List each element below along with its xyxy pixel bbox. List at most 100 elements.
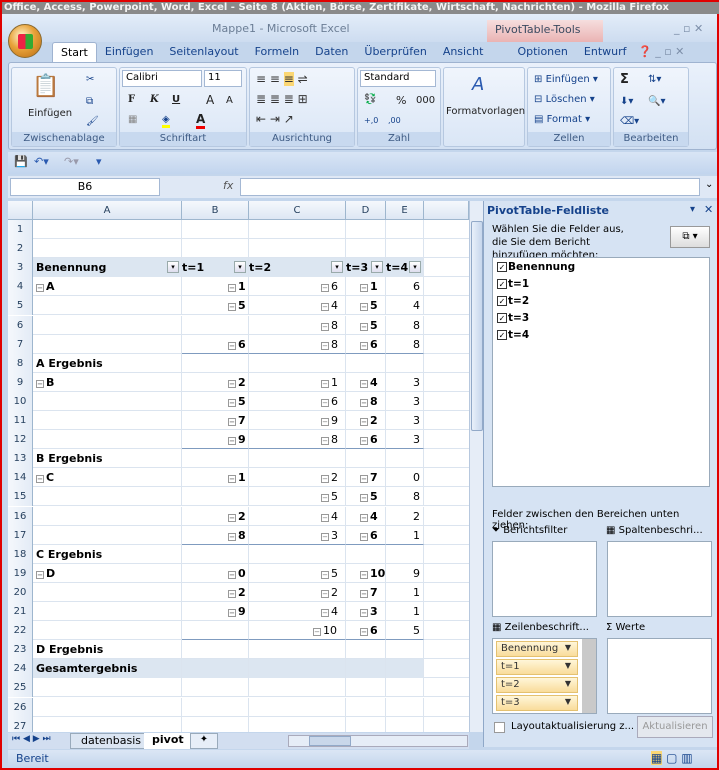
office-button[interactable]	[8, 24, 42, 58]
row-area-scrollbar[interactable]	[582, 639, 596, 713]
collapse-icon[interactable]: −	[321, 570, 329, 579]
cell-a[interactable]: C Ergebnis	[33, 544, 182, 564]
row-number[interactable]: 27	[8, 716, 33, 732]
filter-dropdown-icon[interactable]: ▾	[409, 261, 421, 274]
collapse-icon[interactable]: −	[321, 513, 329, 522]
row-number[interactable]: 25	[8, 678, 33, 698]
row-number[interactable]: 19	[8, 563, 33, 583]
cell-e[interactable]: 6	[386, 277, 424, 297]
cell-d[interactable]: −1	[346, 277, 386, 297]
cell-a[interactable]: D Ergebnis	[33, 640, 182, 660]
collapse-icon[interactable]: −	[228, 379, 236, 388]
cell-d[interactable]: −6	[346, 430, 386, 450]
cell-d[interactable]: −2	[346, 411, 386, 430]
cell-b[interactable]: −9	[182, 602, 249, 621]
tab-ansicht[interactable]: Ansicht	[435, 42, 492, 62]
cell-e[interactable]	[386, 544, 424, 564]
app-window-controls[interactable]: _ ▫ ✕	[674, 22, 703, 35]
row-field-pill[interactable]: t=2 ▼	[496, 677, 578, 693]
cell-b[interactable]: −2	[182, 582, 249, 602]
insert-function-button[interactable]: fx	[223, 179, 233, 192]
cell-c[interactable]: −4	[249, 506, 346, 526]
cell-d[interactable]: −3	[346, 602, 386, 621]
row-number[interactable]: 15	[8, 487, 33, 507]
filter-dropdown-icon[interactable]: ▾	[371, 261, 383, 274]
formula-input[interactable]	[240, 178, 700, 196]
underline-button[interactable]: U	[172, 94, 180, 105]
cell-e[interactable]	[386, 239, 424, 259]
doc-window-controls[interactable]: ❓ _ ▫ ✕	[638, 45, 684, 58]
collapse-icon[interactable]: −	[321, 437, 329, 446]
cell-a[interactable]	[33, 487, 182, 507]
currency-icon[interactable]: 💱	[364, 94, 376, 105]
collapse-icon[interactable]: −	[321, 322, 329, 331]
field-checkbox[interactable]: ✓	[497, 279, 507, 289]
column-header-A[interactable]: A	[33, 201, 182, 220]
view-buttons[interactable]: ▦ ▢ ▥	[651, 751, 693, 765]
cell-a[interactable]	[33, 430, 182, 450]
indent-icons[interactable]: ⇤ ⇥ ↗	[256, 112, 294, 126]
cell-b[interactable]: −6	[182, 334, 249, 354]
cell-c[interactable]	[249, 353, 346, 373]
defer-update-checkbox[interactable]	[494, 722, 505, 733]
font-name-select[interactable]: Calibri	[122, 70, 202, 87]
cell-d[interactable]	[346, 449, 386, 469]
cell-b[interactable]: −2	[182, 372, 249, 392]
collapse-icon[interactable]: −	[360, 398, 368, 407]
sort-filter-icon[interactable]: ⇅▾	[648, 74, 661, 85]
cell-b[interactable]: −0	[182, 563, 249, 583]
cell-e[interactable]: 4	[386, 296, 424, 316]
page-layout-view-icon[interactable]: ▢	[666, 751, 677, 765]
expand-formula-icon[interactable]: ⌄	[705, 179, 713, 190]
cell-b[interactable]	[182, 544, 249, 564]
row-labels-area[interactable]: Benennung ▼ t=1 ▼ t=2 ▼ t=3 ▼	[492, 638, 597, 714]
cell-d[interactable]	[346, 239, 386, 259]
paste-button[interactable]: Einfügen	[28, 108, 72, 119]
find-icon[interactable]: 🔍▾	[648, 96, 665, 107]
collapse-icon[interactable]: −	[360, 589, 368, 598]
cell-d[interactable]: −6	[346, 621, 386, 641]
field-checkbox[interactable]: ✓	[497, 313, 507, 323]
row-number[interactable]: 21	[8, 602, 33, 621]
cell-e[interactable]: 2	[386, 506, 424, 526]
cell-c[interactable]: −3	[249, 525, 346, 545]
cell-b[interactable]	[182, 353, 249, 373]
cell-b[interactable]: −9	[182, 430, 249, 450]
collapse-icon[interactable]: −	[228, 532, 236, 541]
cell-d[interactable]	[346, 640, 386, 660]
sheet-tab-datenbasis[interactable]: datenbasis	[70, 733, 153, 749]
field-checkbox[interactable]: ✓	[497, 262, 507, 272]
cell-e[interactable]: 5	[386, 621, 424, 641]
row-field-pill[interactable]: t=1 ▼	[496, 659, 578, 675]
cell-e[interactable]	[386, 220, 424, 239]
collapse-icon[interactable]: −	[228, 437, 236, 446]
cell-e[interactable]: 9	[386, 563, 424, 583]
cell-b[interactable]: −2	[182, 506, 249, 526]
close-icon[interactable]: ✕	[704, 203, 713, 216]
cell-d[interactable]: t=3 ▾	[346, 258, 386, 278]
collapse-icon[interactable]: −	[36, 570, 44, 579]
field-item[interactable]: ✓ t=4	[497, 329, 529, 341]
new-sheet-icon[interactable]: ✦	[190, 733, 218, 749]
cell-c[interactable]	[249, 697, 346, 717]
cell-a[interactable]: − D	[33, 563, 182, 583]
cell-c[interactable]: −8	[249, 430, 346, 450]
row-field-pill[interactable]: Benennung ▼	[496, 641, 578, 657]
collapse-icon[interactable]: −	[321, 379, 329, 388]
cell-d[interactable]: −8	[346, 391, 386, 411]
row-number[interactable]: 12	[8, 430, 33, 450]
cell-e[interactable]	[386, 716, 424, 732]
collapse-icon[interactable]: −	[228, 398, 236, 407]
collapse-icon[interactable]: −	[360, 628, 368, 637]
row-number[interactable]: 2	[8, 239, 33, 259]
cell-a[interactable]	[33, 716, 182, 732]
filter-dropdown-icon[interactable]: ▾	[167, 261, 179, 274]
row-number[interactable]: 5	[8, 296, 33, 316]
cell-c[interactable]: −6	[249, 391, 346, 411]
cell-b[interactable]	[182, 220, 249, 239]
field-item[interactable]: ✓ Benennung	[497, 261, 575, 273]
row-number[interactable]: 13	[8, 449, 33, 469]
field-item[interactable]: ✓ t=1	[497, 278, 529, 290]
collapse-icon[interactable]: −	[228, 513, 236, 522]
cell-b[interactable]	[182, 315, 249, 335]
